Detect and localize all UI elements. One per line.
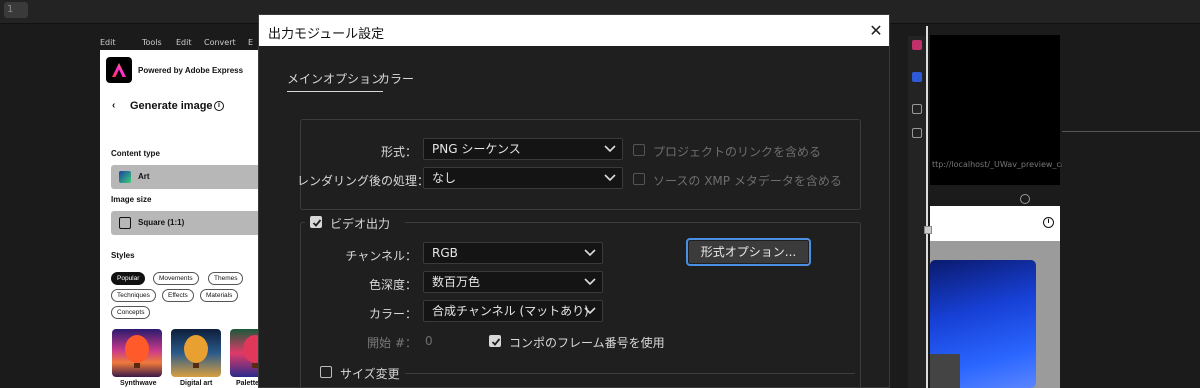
style-chip[interactable]: Popular: [111, 272, 146, 285]
checkmark-icon: [491, 338, 501, 346]
include-project-link-label: プロジェクトのリンクを含める: [653, 145, 822, 159]
format-label: 形式：: [380, 145, 417, 159]
grid-icon[interactable]: [912, 128, 922, 138]
preview-header: [930, 206, 1060, 241]
content-type-field[interactable]: Art: [111, 165, 260, 189]
app-icon[interactable]: [912, 72, 922, 82]
menu-item[interactable]: Tools: [142, 38, 162, 47]
powered-by-text: Powered by Adobe Express: [138, 66, 244, 75]
color-label: カラー：: [368, 307, 417, 321]
style-thumbnail-palette[interactable]: [230, 329, 260, 377]
post-render-value: なし: [432, 171, 457, 185]
tab-main-options[interactable]: メインオプション: [287, 70, 384, 92]
include-xmp-checkbox[interactable]: [633, 173, 645, 185]
style-thumbnail-digital-art[interactable]: [171, 329, 221, 377]
video-output-label: ビデオ出力: [330, 217, 391, 231]
background-menubar: Edit Tools Edit Convert E: [100, 38, 260, 50]
thumbnail-label: Digital art: [180, 380, 213, 387]
image-size-label: Image size: [111, 195, 152, 204]
image-size-value: Square (1:1): [138, 218, 185, 227]
art-icon: [119, 171, 131, 183]
channels-value: RGB: [432, 246, 458, 260]
menu-item[interactable]: E: [248, 38, 253, 47]
image-size-field[interactable]: Square (1:1): [111, 211, 260, 235]
depth-label: 色深度：: [368, 278, 417, 292]
channels-select[interactable]: RGB: [423, 242, 603, 264]
resize-checkbox[interactable]: [320, 366, 332, 378]
video-output-checkbox[interactable]: [310, 216, 322, 228]
eye-icon[interactable]: [912, 104, 922, 114]
dialog-title: 出力モジュール設定: [268, 27, 385, 42]
color-value: 合成チャンネル (マットあり): [432, 304, 589, 318]
adobe-express-logo: [106, 57, 132, 83]
preview-thumbnail: [930, 354, 960, 388]
balloon-icon: [125, 335, 149, 368]
divider: [1062, 131, 1200, 132]
post-render-label: レンダリング後の処理：: [297, 174, 430, 188]
splitter-line[interactable]: [926, 26, 928, 388]
close-icon[interactable]: ✕: [861, 15, 889, 46]
line-number-badge: 1: [4, 2, 28, 18]
resize-divider: [405, 373, 855, 374]
splitter-handle[interactable]: [924, 226, 932, 234]
style-chip[interactable]: Movements: [153, 272, 199, 285]
style-thumbnail-synthwave[interactable]: [112, 329, 162, 377]
use-comp-frame-checkbox[interactable]: [489, 335, 501, 347]
channels-label: チャンネル：: [345, 249, 417, 263]
chevron-down-icon: [604, 174, 616, 182]
square-icon: [119, 217, 131, 229]
avatar-icon[interactable]: [912, 40, 922, 50]
use-comp-frame-label: コンポのフレーム番号を使用: [509, 336, 665, 350]
dialog-titlebar: 出力モジュール設定 ✕: [259, 15, 889, 46]
preview-url: ttp://localhost/_UWav_preview_cabs: [932, 160, 1062, 169]
right-tool-strip: [908, 36, 926, 388]
info-icon[interactable]: i: [214, 101, 224, 111]
resize-label: サイズ変更: [340, 367, 400, 381]
color-select[interactable]: 合成チャンネル (マットあり): [423, 300, 603, 322]
chevron-down-icon: [584, 307, 596, 315]
post-render-select[interactable]: なし: [423, 167, 623, 189]
style-chip[interactable]: Techniques: [111, 289, 156, 302]
thumbnail-label: Synthwave: [120, 380, 157, 387]
style-chip[interactable]: Concepts: [111, 306, 151, 319]
start-frame-label: 開始 #：: [367, 336, 417, 350]
menu-item[interactable]: Convert: [204, 38, 236, 47]
format-select[interactable]: PNG シーケンス: [423, 138, 623, 160]
depth-value: 数百万色: [432, 275, 481, 289]
adobe-express-panel: Powered by Adobe Express ‹ Generate imag…: [100, 50, 260, 388]
start-frame-value[interactable]: 0: [425, 334, 433, 348]
style-chip[interactable]: Materials: [200, 289, 239, 302]
format-value: PNG シーケンス: [432, 142, 521, 156]
balloon-icon: [184, 335, 208, 368]
include-xmp-label: ソースの XMP メタデータを含める: [653, 174, 842, 188]
checkmark-icon: [312, 219, 322, 227]
tab-color[interactable]: カラー: [378, 70, 414, 87]
back-icon[interactable]: ‹: [112, 100, 115, 111]
screen: 1 Edit Tools Edit Convert E Powered by A…: [0, 0, 1200, 388]
include-project-link-checkbox[interactable]: [633, 144, 645, 156]
thumbnail-label: Palette: [236, 380, 259, 387]
style-chip[interactable]: Themes: [208, 272, 244, 285]
depth-select[interactable]: 数百万色: [423, 271, 603, 293]
chevron-down-icon: [604, 145, 616, 153]
styles-label: Styles: [111, 251, 135, 260]
menu-item[interactable]: Edit: [100, 38, 116, 47]
balloon-icon: [243, 335, 260, 368]
search-icon[interactable]: [1020, 194, 1030, 204]
format-section: [300, 119, 861, 210]
output-module-dialog: 出力モジュール設定 ✕ メインオプション カラー 形式： PNG シーケンス レ…: [258, 14, 890, 388]
content-type-label: Content type: [111, 149, 160, 158]
panel-title: Generate image: [130, 100, 213, 112]
chevron-down-icon: [584, 278, 596, 286]
content-type-value: Art: [138, 172, 150, 181]
info-icon[interactable]: i: [1043, 217, 1054, 228]
format-options-button[interactable]: 形式オプション...: [686, 238, 811, 266]
menu-item[interactable]: Edit: [176, 38, 192, 47]
chevron-down-icon: [584, 249, 596, 257]
style-chip[interactable]: Effects: [162, 289, 194, 302]
